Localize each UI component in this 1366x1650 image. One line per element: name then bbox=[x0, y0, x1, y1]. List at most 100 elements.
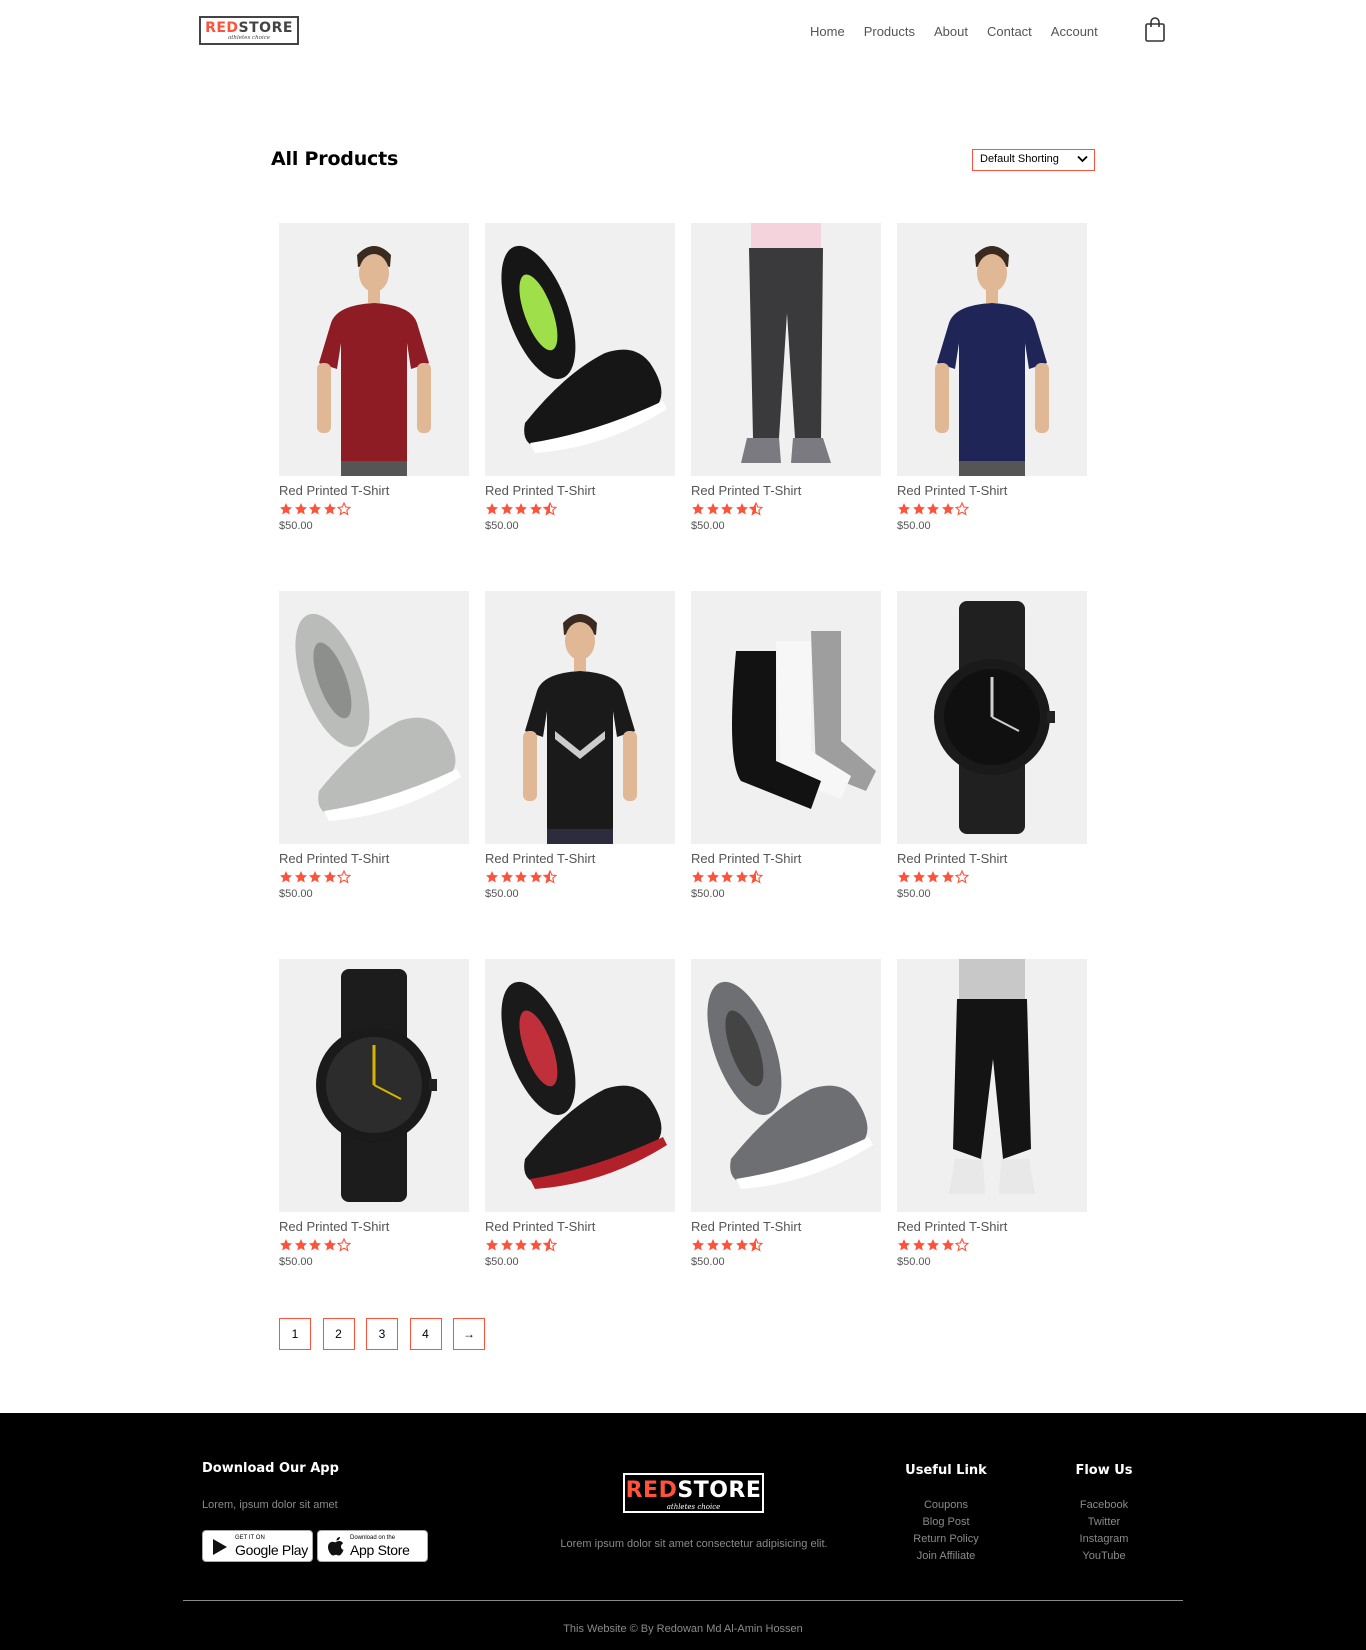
product-price: $50.00 bbox=[279, 520, 313, 532]
product-name[interactable]: Red Printed T-Shirt bbox=[897, 851, 1087, 866]
product-image[interactable] bbox=[485, 959, 675, 1212]
footer-link-coupons[interactable]: Coupons bbox=[900, 1497, 992, 1514]
star-empty-icon bbox=[955, 870, 969, 884]
product-price: $50.00 bbox=[485, 888, 519, 900]
product-image[interactable] bbox=[279, 959, 469, 1212]
product-name[interactable]: Red Printed T-Shirt bbox=[485, 851, 675, 866]
nav-about[interactable]: About bbox=[934, 24, 968, 39]
star-half-icon bbox=[543, 870, 557, 884]
product-card[interactable]: Red Printed T-Shirt $50.00 bbox=[485, 223, 675, 591]
star-full-icon bbox=[721, 871, 733, 883]
product-price: $50.00 bbox=[691, 888, 725, 900]
star-full-icon bbox=[309, 871, 321, 883]
footer-link-instagram[interactable]: Instagram bbox=[1058, 1531, 1150, 1548]
star-full-icon bbox=[529, 503, 542, 515]
product-image[interactable] bbox=[897, 223, 1087, 476]
nav-account[interactable]: Account bbox=[1051, 24, 1098, 39]
product-price: $50.00 bbox=[485, 1256, 519, 1268]
product-image[interactable] bbox=[485, 591, 675, 844]
star-full-icon bbox=[515, 503, 527, 515]
page-button-1[interactable]: 1 bbox=[279, 1318, 311, 1350]
star-full-icon bbox=[515, 871, 527, 883]
star-full-icon bbox=[735, 503, 748, 515]
copyright-text: This Website © By Redowan Md Al-Amin Hos… bbox=[563, 1623, 803, 1635]
product-name[interactable]: Red Printed T-Shirt bbox=[691, 483, 881, 498]
product-card[interactable]: Red Printed T-Shirt $50.00 bbox=[279, 959, 469, 1327]
star-full-icon bbox=[912, 871, 925, 883]
nav-products[interactable]: Products bbox=[864, 24, 915, 39]
footer-useful-heading: Useful Link bbox=[905, 1463, 987, 1478]
product-name[interactable]: Red Printed T-Shirt bbox=[485, 1219, 675, 1234]
product-card[interactable]: Red Printed T-Shirt $50.00 bbox=[485, 591, 675, 959]
product-card[interactable]: Red Printed T-Shirt $50.00 bbox=[691, 223, 881, 591]
footer-link-blog-post[interactable]: Blog Post bbox=[900, 1514, 992, 1531]
footer-link-join-affiliate[interactable]: Join Affiliate bbox=[900, 1548, 992, 1565]
footer-link-youtube[interactable]: YouTube bbox=[1058, 1548, 1150, 1565]
product-card[interactable]: Red Printed T-Shirt $50.00 bbox=[691, 959, 881, 1327]
product-name[interactable]: Red Printed T-Shirt bbox=[279, 851, 469, 866]
product-name[interactable]: Red Printed T-Shirt bbox=[279, 483, 469, 498]
product-card[interactable]: Red Printed T-Shirt $50.00 bbox=[691, 591, 881, 959]
product-image[interactable] bbox=[279, 223, 469, 476]
star-full-icon bbox=[323, 1239, 336, 1251]
product-price: $50.00 bbox=[897, 1256, 931, 1268]
star-full-icon bbox=[721, 1239, 733, 1251]
footer-link-twitter[interactable]: Twitter bbox=[1058, 1514, 1150, 1531]
footer-app-heading: Download Our App bbox=[202, 1461, 339, 1476]
product-image-black-puma-tshirt-man bbox=[485, 591, 675, 844]
product-image[interactable] bbox=[691, 591, 881, 844]
product-name[interactable]: Red Printed T-Shirt bbox=[897, 1219, 1087, 1234]
star-full-icon bbox=[515, 1239, 527, 1251]
product-card[interactable]: Red Printed T-Shirt $50.00 bbox=[897, 959, 1087, 1327]
sort-select[interactable]: Default Shorting bbox=[972, 149, 1095, 171]
page-button-2[interactable]: 2 bbox=[322, 1318, 355, 1350]
product-image[interactable] bbox=[691, 223, 881, 476]
product-card[interactable]: Red Printed T-Shirt $50.00 bbox=[485, 959, 675, 1327]
product-card[interactable]: Red Printed T-Shirt $50.00 bbox=[897, 223, 1087, 591]
star-full-icon bbox=[912, 1239, 925, 1251]
star-empty-icon bbox=[955, 1238, 969, 1252]
nav-home[interactable]: Home bbox=[810, 24, 845, 39]
page-button-3[interactable]: 3 bbox=[366, 1318, 398, 1350]
star-full-icon bbox=[735, 1239, 748, 1251]
footer-link-return-policy[interactable]: Return Policy bbox=[900, 1531, 992, 1548]
star-full-icon bbox=[294, 503, 307, 515]
sort-selected-value: Default Shorting bbox=[980, 153, 1059, 165]
product-name[interactable]: Red Printed T-Shirt bbox=[897, 483, 1087, 498]
star-full-icon bbox=[692, 503, 704, 515]
product-card[interactable]: Red Printed T-Shirt $50.00 bbox=[279, 223, 469, 591]
product-price: $50.00 bbox=[279, 888, 313, 900]
product-image-black-fossil-watch bbox=[897, 591, 1087, 844]
star-empty-icon bbox=[337, 1238, 351, 1252]
product-image[interactable] bbox=[485, 223, 675, 476]
product-image[interactable] bbox=[691, 959, 881, 1212]
logo[interactable]: REDSTORE athletes choice bbox=[199, 16, 299, 45]
product-image[interactable] bbox=[897, 591, 1087, 844]
logo-tagline: athletes choice bbox=[227, 35, 271, 41]
nav-contact[interactable]: Contact bbox=[987, 24, 1032, 39]
footer-link-facebook[interactable]: Facebook bbox=[1058, 1497, 1150, 1514]
product-rating bbox=[279, 1238, 469, 1252]
next-page-button[interactable]: → bbox=[453, 1318, 485, 1350]
product-card[interactable]: Red Printed T-Shirt $50.00 bbox=[279, 591, 469, 959]
star-full-icon bbox=[500, 1239, 513, 1251]
page-button-4[interactable]: 4 bbox=[409, 1318, 442, 1350]
star-full-icon bbox=[898, 871, 910, 883]
product-image-grey-high-top-sneakers bbox=[279, 591, 469, 844]
product-name[interactable]: Red Printed T-Shirt bbox=[279, 1219, 469, 1234]
product-name[interactable]: Red Printed T-Shirt bbox=[485, 483, 675, 498]
star-full-icon bbox=[941, 871, 954, 883]
product-image[interactable] bbox=[279, 591, 469, 844]
star-full-icon bbox=[323, 871, 336, 883]
product-name[interactable]: Red Printed T-Shirt bbox=[691, 851, 881, 866]
product-rating bbox=[897, 870, 1087, 884]
star-full-icon bbox=[706, 1239, 719, 1251]
product-grid: Red Printed T-Shirt $50.00 Red Printed T… bbox=[279, 223, 1087, 1327]
star-full-icon bbox=[692, 871, 704, 883]
navbar: REDSTORE athletes choice Home Products A… bbox=[0, 0, 1366, 64]
star-half-icon bbox=[749, 502, 763, 516]
shopping-bag-icon[interactable] bbox=[1144, 17, 1166, 43]
product-card[interactable]: Red Printed T-Shirt $50.00 bbox=[897, 591, 1087, 959]
product-name[interactable]: Red Printed T-Shirt bbox=[691, 1219, 881, 1234]
product-image[interactable] bbox=[897, 959, 1087, 1212]
